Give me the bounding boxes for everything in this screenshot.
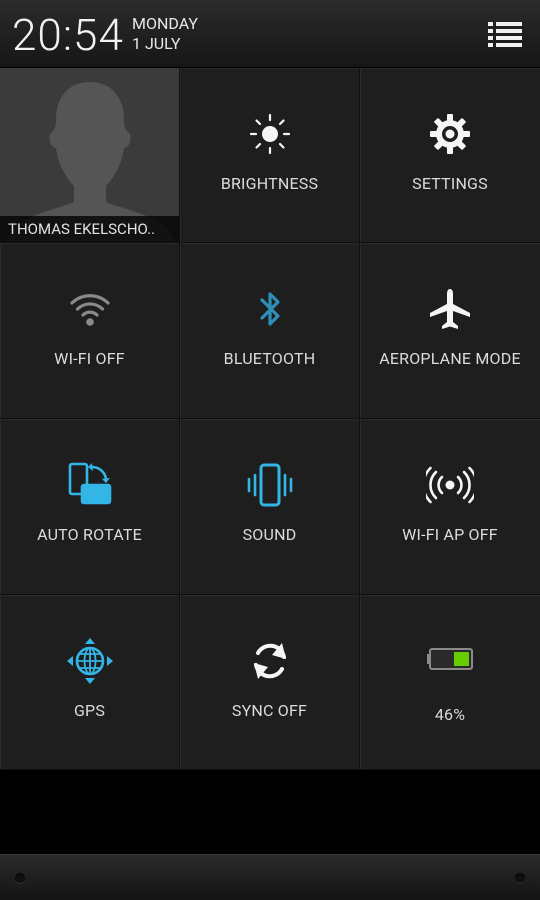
bluetooth-icon	[259, 292, 280, 326]
wifi-label: WI-FI OFF	[54, 349, 125, 368]
sync-toggle[interactable]: SYNC OFF	[180, 595, 360, 770]
handle-dot-right	[515, 873, 525, 883]
bluetooth-toggle[interactable]: BLUETOOTH	[180, 243, 360, 419]
settings-label: SETTINGS	[412, 174, 488, 193]
handle-dot-left	[15, 873, 25, 883]
auto-rotate-toggle[interactable]: AUTO ROTATE	[0, 419, 180, 595]
brightness-toggle[interactable]: BRIGHTNESS	[180, 68, 360, 243]
wifi-icon	[69, 294, 110, 326]
sync-label: SYNC OFF	[231, 701, 308, 720]
auto-rotate-label: AUTO ROTATE	[37, 525, 142, 544]
wifi-ap-label: WI-FI AP OFF	[402, 525, 498, 544]
aeroplane-icon	[430, 289, 470, 329]
sync-icon	[253, 643, 286, 679]
brightness-icon	[249, 113, 290, 155]
battery-level-fill	[454, 652, 469, 666]
profile-tile[interactable]: THOMAS EKELSCHO..	[0, 68, 180, 243]
wifi-toggle[interactable]: WI-FI OFF	[0, 243, 180, 419]
gps-label: GPS	[73, 701, 106, 720]
notification-drawer-handle[interactable]	[0, 854, 540, 900]
sound-toggle[interactable]: SOUND	[180, 419, 360, 595]
auto-rotate-icon	[68, 462, 111, 505]
gps-toggle[interactable]: GPS	[0, 595, 180, 770]
vibrate-icon	[247, 463, 292, 507]
gps-icon	[66, 638, 113, 684]
clock: 20:54	[12, 9, 124, 61]
settings-button[interactable]: SETTINGS	[360, 68, 540, 243]
battery-icon	[427, 648, 473, 670]
bluetooth-label: BLUETOOTH	[223, 349, 316, 368]
battery-tile[interactable]: 46%	[360, 595, 540, 770]
day-label: MONDAY	[132, 14, 199, 33]
list-menu-icon[interactable]	[488, 20, 522, 48]
aeroplane-mode-label: AEROPLANE MODE	[379, 349, 521, 368]
brightness-label: BRIGHTNESS	[220, 174, 319, 193]
wifi-hotspot-toggle[interactable]: WI-FI AP OFF	[360, 419, 540, 595]
quick-settings-grid: THOMAS EKELSCHO.. BRIGHTNESS SETTINGS WI…	[0, 68, 540, 770]
date-display: MONDAY 1 JULY	[132, 14, 198, 54]
date-label: 1 JULY	[132, 34, 181, 53]
settings-gear-icon	[430, 114, 470, 154]
hotspot-icon	[426, 466, 474, 504]
aeroplane-mode-toggle[interactable]: AEROPLANE MODE	[360, 243, 540, 419]
profile-name: THOMAS EKELSCHO..	[0, 216, 179, 242]
sound-label: SOUND	[242, 525, 297, 544]
status-bar: 20:54 MONDAY 1 JULY	[0, 0, 540, 68]
battery-percent-label: 46%	[434, 705, 466, 724]
